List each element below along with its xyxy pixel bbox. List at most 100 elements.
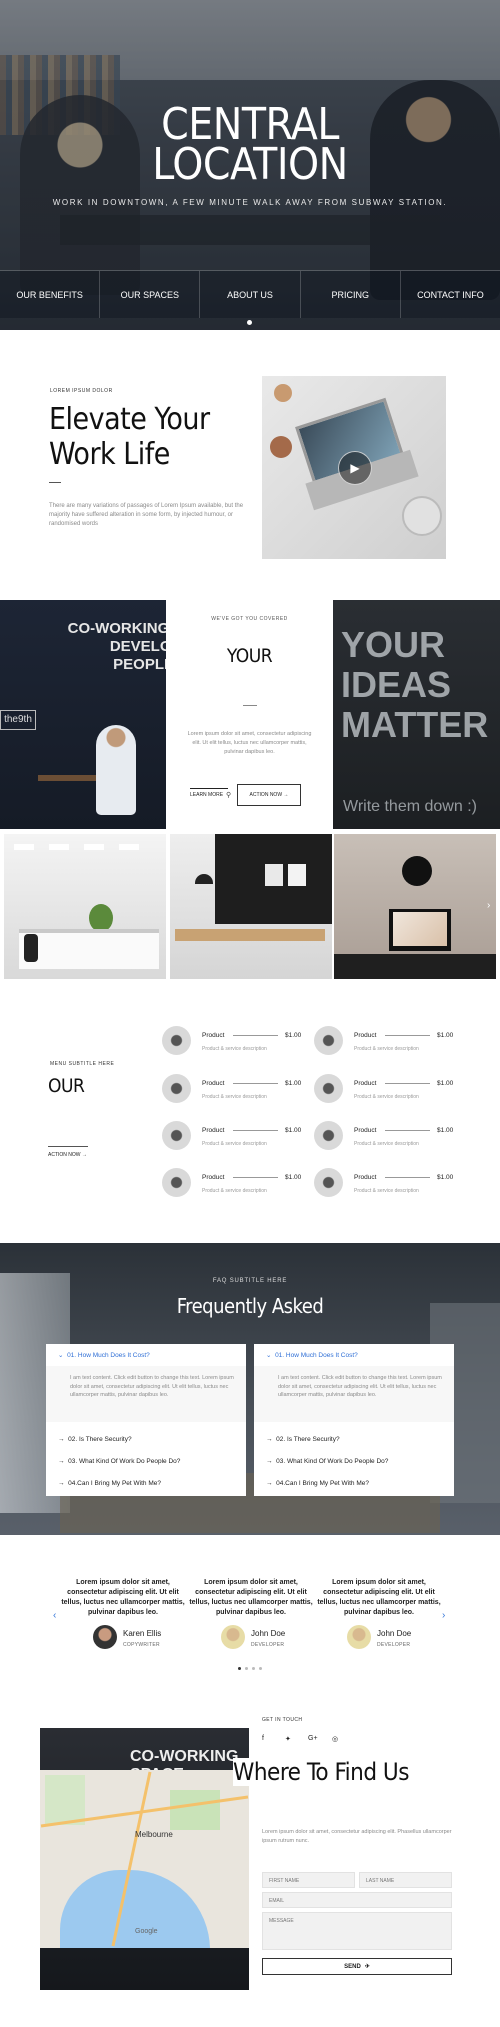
menu-item[interactable]: Product $1.00 Product & service descript… (314, 1121, 464, 1151)
faq-question-text: 03. What Kind Of Work Do People Do? (68, 1458, 181, 1465)
testimonial-quote: Lorem ipsum dolor sit amet, consectetur … (61, 1579, 185, 1616)
elevate-video-thumbnail[interactable]: ▶ (262, 376, 446, 559)
product-image (162, 1121, 191, 1150)
nav-pricing[interactable]: PRICING (301, 271, 401, 318)
photo-chair (24, 934, 38, 962)
product-desc: Product & service description (202, 1046, 267, 1052)
twitter-icon[interactable]: ✦ (285, 1735, 291, 1743)
arrow-right-icon: → (58, 1436, 69, 1443)
product-price: $1.00 (437, 1080, 454, 1087)
learn-more-link[interactable]: LEARN MORE (190, 792, 223, 798)
map-park (45, 1775, 85, 1825)
faq-question[interactable]: → 03. What Kind Of Work Do People Do? (58, 1458, 243, 1465)
gallery-next-icon[interactable]: › (487, 900, 490, 911)
photo-desk (334, 954, 496, 979)
faq-question-open[interactable]: ⌄ 01. How Much Does It Cost? (254, 1344, 454, 1366)
product-image (314, 1026, 343, 1055)
action-now-button[interactable]: ACTION NOW → (237, 784, 301, 806)
pagination-dot[interactable] (259, 1667, 262, 1670)
wall-sign: the9th (0, 710, 36, 730)
findus-title: Where To Find Us (233, 1758, 415, 1786)
menu-item[interactable]: Product $1.00 Product & service descript… (162, 1026, 312, 1056)
menu-action-link[interactable]: ACTION NOW → (48, 1152, 87, 1158)
faq-question-text: 02. Is There Security? (68, 1436, 132, 1443)
product-image (162, 1074, 191, 1103)
arrow-right-icon: → (266, 1480, 277, 1487)
photo-plant (89, 904, 113, 932)
nav-about-us[interactable]: ABOUT US (200, 271, 301, 318)
photo-plate (402, 496, 442, 536)
menu-label: MENU SUBTITLE HERE (50, 1061, 115, 1067)
photo-lamp (195, 874, 213, 884)
photo-frame (288, 864, 306, 886)
faq-question[interactable]: → 02. Is There Security? (266, 1436, 451, 1443)
product-image (314, 1074, 343, 1103)
map-pin-icon: ⚲ (226, 792, 232, 799)
email-field[interactable]: EMAIL (262, 1892, 452, 1908)
instagram-icon[interactable]: ◎ (332, 1735, 338, 1743)
facebook-icon[interactable]: f (262, 1735, 264, 1742)
menu-item[interactable]: Product $1.00 Product & service descript… (314, 1026, 464, 1056)
product-line (385, 1177, 430, 1178)
product-desc: Product & service description (354, 1141, 419, 1147)
product-line (385, 1130, 430, 1131)
faq-question-open[interactable]: ⌄ 01. How Much Does It Cost? (46, 1344, 246, 1366)
product-line (233, 1130, 278, 1131)
pagination-dot[interactable] (252, 1667, 255, 1670)
menu-title: OUR (48, 1075, 85, 1097)
send-icon: ✈ (364, 1964, 370, 1970)
faq-question-text: 01. How Much Does It Cost? (67, 1351, 150, 1359)
last-name-field[interactable]: LAST NAME (359, 1872, 452, 1888)
pagination-dot[interactable] (245, 1667, 248, 1670)
send-button[interactable]: SEND ✈ (262, 1958, 452, 1975)
faq-question[interactable]: → 02. Is There Security? (58, 1436, 243, 1443)
write-wall-text: Write them down :) (343, 798, 477, 815)
menu-item[interactable]: Product $1.00 Product & service descript… (162, 1168, 312, 1198)
faq-question-text: 02. Is There Security? (276, 1436, 340, 1443)
map-park (170, 1790, 220, 1830)
elevate-title: Elevate Your Work Life (49, 402, 210, 472)
product-price: $1.00 (285, 1032, 302, 1039)
faq-question-text: 04.Can I Bring My Pet With Me? (276, 1480, 369, 1487)
product-name: Product (202, 1080, 225, 1087)
testimonial-name: John Doe (377, 1629, 412, 1638)
nav-contact-info[interactable]: CONTACT INFO (401, 271, 500, 318)
menu-item[interactable]: Product $1.00 Product & service descript… (314, 1074, 464, 1104)
location-map[interactable]: Melbourne Google (40, 1770, 249, 1948)
hero-slide-dot[interactable] (247, 320, 252, 325)
product-image (162, 1026, 191, 1055)
message-field[interactable]: MESSAGE (262, 1912, 452, 1950)
nav-our-spaces[interactable]: OUR SPACES (100, 271, 201, 318)
product-desc: Product & service description (354, 1046, 419, 1052)
product-desc: Product & service description (202, 1141, 267, 1147)
office-photo-1 (4, 834, 166, 979)
google-plus-icon[interactable]: G+ (308, 1735, 318, 1742)
menu-item[interactable]: Product $1.00 Product & service descript… (162, 1074, 312, 1104)
testimonial-quote: Lorem ipsum dolor sit amet, consectetur … (317, 1579, 441, 1616)
faq-question[interactable]: → 04.Can I Bring My Pet With Me? (266, 1480, 451, 1487)
avatar (221, 1625, 245, 1649)
first-name-field[interactable]: FIRST NAME (262, 1872, 355, 1888)
elevate-title-line2: Work Life (49, 437, 170, 472)
play-icon[interactable]: ▶ (338, 451, 372, 485)
testimonial-pagination[interactable] (238, 1667, 268, 1671)
covered-label: WE'VE GOT YOU COVERED (211, 616, 288, 622)
menu-item[interactable]: Product $1.00 Product & service descript… (314, 1168, 464, 1198)
product-name: Product (354, 1127, 377, 1134)
nav-our-benefits[interactable]: OUR BENEFITS (0, 271, 101, 318)
product-desc: Product & service description (354, 1094, 419, 1100)
faq-question[interactable]: → 04.Can I Bring My Pet With Me? (58, 1480, 243, 1487)
covered-text: Lorem ipsum dolor sit amet, consectetur … (187, 731, 312, 755)
photo-clock (402, 856, 432, 886)
arrow-right-icon: → (58, 1458, 69, 1465)
product-name: Product (354, 1174, 377, 1181)
photo-desk (175, 929, 325, 941)
pagination-dot[interactable] (238, 1667, 241, 1670)
menu-divider (48, 1146, 88, 1147)
chevron-down-icon: ⌄ (266, 1352, 276, 1359)
photo-lights (14, 844, 154, 850)
testimonial-prev-icon[interactable]: ‹ (53, 1610, 56, 1621)
elevate-divider (49, 482, 61, 483)
faq-question[interactable]: → 03. What Kind Of Work Do People Do? (266, 1458, 451, 1465)
menu-item[interactable]: Product $1.00 Product & service descript… (162, 1121, 312, 1151)
